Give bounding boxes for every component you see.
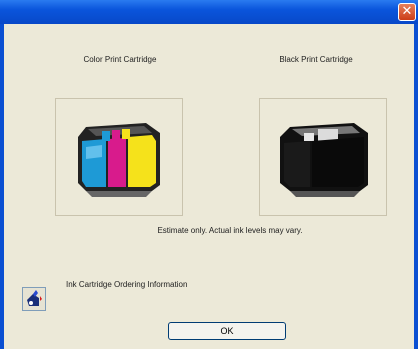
black-cartridge-label: Black Print Cartridge: [279, 55, 353, 64]
ink-order-icon: [27, 290, 42, 306]
close-button[interactable]: ✕: [398, 3, 416, 21]
ordering-info-label: Ink Cartridge Ordering Information: [66, 280, 188, 289]
color-cartridge-icon: [78, 123, 160, 197]
ink-order-button[interactable]: [22, 287, 46, 311]
black-cartridge-icon: [280, 123, 368, 197]
color-cartridge-label: Color Print Cartridge: [83, 55, 157, 64]
ok-button[interactable]: OK: [168, 322, 286, 340]
black-cartridge-panel: [259, 98, 387, 216]
title-bar[interactable]: ✕: [0, 0, 418, 24]
estimate-note: Estimate only. Actual ink levels may var…: [157, 226, 303, 235]
close-icon: ✕: [401, 4, 413, 19]
color-cartridge-panel: [55, 98, 183, 216]
